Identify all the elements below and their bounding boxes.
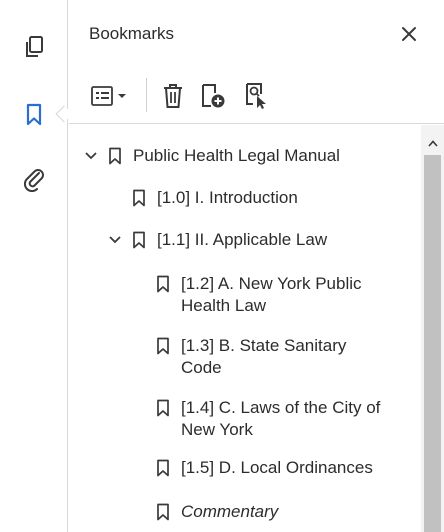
- bookmark-new-york-public-health-law[interactable]: [1.2] A. New York Public Health Law: [155, 273, 405, 317]
- options-menu-button[interactable]: [87, 80, 135, 112]
- bookmark-label: Commentary: [181, 502, 279, 521]
- bookmark-local-ordinances[interactable]: [1.5] D. Local Ordinances: [155, 457, 373, 479]
- options-menu-icon: [91, 86, 126, 106]
- bookmark-label: Public Health Legal Manual: [133, 146, 340, 165]
- bookmark-item-icon: [155, 335, 171, 357]
- vertical-scrollbar[interactable]: [421, 125, 444, 532]
- bookmark-item-icon: [107, 145, 123, 167]
- bookmark-label: [1.3] B. State Sanitary Code: [181, 336, 347, 377]
- panel-header: Bookmarks: [69, 0, 444, 66]
- bookmark-laws-of-the-city[interactable]: [1.4] C. Laws of the City of New York: [155, 397, 417, 441]
- delete-icon: [164, 84, 182, 108]
- bookmark-item-icon: [131, 229, 147, 251]
- bookmark-label: [1.5] D. Local Ordinances: [181, 458, 373, 477]
- close-button[interactable]: [395, 20, 423, 48]
- bookmark-applicable-law[interactable]: [1.1] II. Applicable Law: [107, 229, 327, 251]
- bookmark-public-health-legal-manual[interactable]: Public Health Legal Manual: [83, 145, 340, 167]
- new-bookmark-button[interactable]: [197, 80, 229, 112]
- chevron-down-icon[interactable]: [107, 229, 123, 251]
- bookmarks-toolbar: [69, 66, 444, 124]
- bookmark-label: [1.2] A. New York Public Health Law: [181, 274, 362, 315]
- toolbar-separator: [146, 78, 147, 112]
- bookmark-item-icon: [155, 501, 171, 523]
- bookmark-item-icon: [155, 273, 171, 295]
- bookmark-item-icon: [155, 457, 171, 479]
- bookmark-icon[interactable]: [19, 100, 49, 130]
- bookmarks-panel: Bookmarks Public Health Legal Manual [1.…: [69, 0, 444, 532]
- navigation-rail: [0, 0, 73, 532]
- find-bookmark-button[interactable]: [241, 80, 273, 112]
- bookmark-label: [1.0] I. Introduction: [157, 188, 298, 207]
- panel-title: Bookmarks: [89, 24, 175, 43]
- bookmark-introduction[interactable]: [1.0] I. Introduction: [131, 187, 298, 209]
- bookmark-item-icon: [155, 397, 171, 419]
- chevron-up-icon: [427, 139, 438, 147]
- delete-button[interactable]: [157, 80, 189, 112]
- bookmark-label: [1.4] C. Laws of the City of New York: [181, 398, 381, 439]
- new-bookmark-icon: [202, 84, 225, 108]
- chevron-down-icon[interactable]: [83, 145, 99, 167]
- bookmark-state-sanitary-code[interactable]: [1.3] B. State Sanitary Code: [155, 335, 405, 379]
- find-bookmark-icon: [246, 83, 266, 109]
- attachment-icon[interactable]: [19, 164, 49, 194]
- scroll-thumb[interactable]: [424, 155, 441, 532]
- bookmark-commentary[interactable]: Commentary: [155, 501, 278, 523]
- bookmarks-tree: Public Health Legal Manual [1.0] I. Intr…: [69, 125, 421, 532]
- close-icon: [402, 27, 416, 41]
- bookmark-label: [1.1] II. Applicable Law: [157, 230, 328, 249]
- scroll-up-button[interactable]: [421, 133, 444, 153]
- pages-icon[interactable]: [19, 32, 49, 62]
- bookmark-item-icon: [131, 187, 147, 209]
